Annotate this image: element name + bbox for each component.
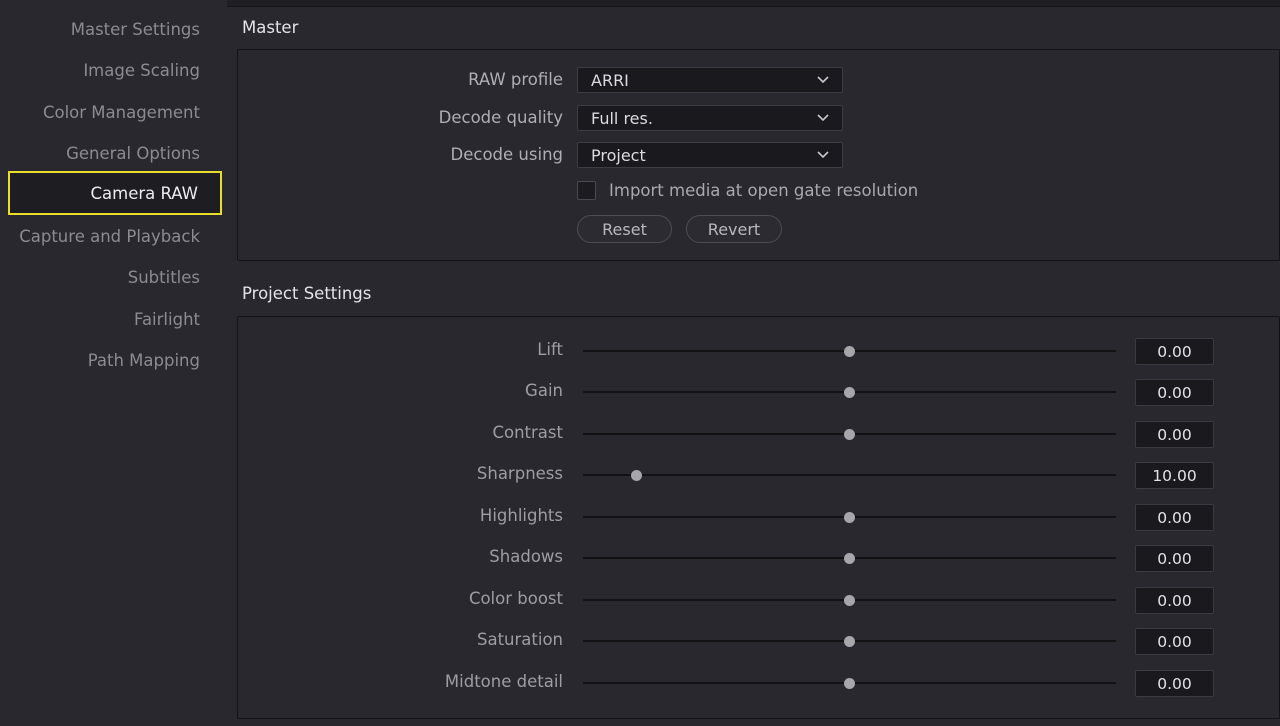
midtone-detail-label: Midtone detail — [444, 672, 563, 691]
color-boost-slider-handle[interactable] — [844, 594, 855, 606]
master-section-title: Master — [242, 18, 299, 37]
sidebar-item-color-management[interactable]: Color Management — [8, 90, 222, 134]
sidebar-item-camera-raw[interactable]: Camera RAW — [8, 171, 222, 215]
sidebar-item-master-settings[interactable]: Master Settings — [8, 7, 222, 51]
project-settings-window: Master Settings Image Scaling Color Mana… — [0, 0, 1280, 726]
saturation-slider-handle[interactable] — [844, 635, 855, 647]
sidebar-item-label: Color Management — [42, 102, 200, 122]
raw-profile-label: RAW profile — [468, 70, 563, 89]
sidebar-item-fairlight[interactable]: Fairlight — [8, 297, 222, 341]
sharpness-label: Sharpness — [476, 464, 563, 483]
gain-slider-handle[interactable] — [844, 386, 855, 398]
top-strip — [227, 0, 1280, 7]
sidebar-item-label: Subtitles — [127, 267, 200, 287]
chevron-down-icon — [817, 114, 829, 122]
decode-using-value: Project — [591, 145, 646, 165]
settings-sidebar: Master Settings Image Scaling Color Mana… — [0, 7, 224, 726]
sharpness-value-field[interactable]: 10.00 — [1135, 462, 1214, 489]
sidebar-item-label: General Options — [66, 143, 200, 163]
midtone-detail-slider-handle[interactable] — [844, 677, 855, 689]
lift-value-field[interactable]: 0.00 — [1135, 338, 1214, 365]
sidebar-item-path-mapping[interactable]: Path Mapping — [8, 338, 222, 382]
decode-quality-value: Full res. — [591, 108, 653, 128]
sidebar-item-label: Path Mapping — [87, 350, 200, 370]
contrast-slider-handle[interactable] — [844, 428, 855, 440]
lift-label: Lift — [537, 340, 563, 359]
sidebar-item-label: Capture and Playback — [19, 226, 200, 246]
open-gate-checkbox[interactable] — [577, 181, 596, 200]
highlights-value-field[interactable]: 0.00 — [1135, 504, 1214, 531]
sidebar-item-image-scaling[interactable]: Image Scaling — [8, 48, 222, 92]
decode-using-dropdown[interactable]: Project — [577, 142, 843, 168]
sidebar-item-general-options[interactable]: General Options — [8, 131, 222, 175]
highlights-label: Highlights — [479, 506, 563, 525]
revert-button[interactable]: Revert — [686, 215, 782, 243]
chevron-down-icon — [817, 151, 829, 159]
sharpness-slider-track[interactable] — [583, 474, 1116, 476]
saturation-value-field[interactable]: 0.00 — [1135, 628, 1214, 655]
raw-profile-value: ARRI — [591, 70, 629, 90]
sidebar-item-label: Camera RAW — [90, 183, 199, 203]
shadows-slider-handle[interactable] — [844, 552, 855, 564]
sidebar-item-subtitles[interactable]: Subtitles — [8, 255, 222, 299]
gain-value-field[interactable]: 0.00 — [1135, 379, 1214, 406]
highlights-slider-handle[interactable] — [844, 511, 855, 523]
color-boost-label: Color boost — [468, 589, 563, 608]
raw-profile-dropdown[interactable]: ARRI — [577, 67, 843, 93]
sidebar-item-capture-and-playback[interactable]: Capture and Playback — [8, 214, 222, 258]
shadows-label: Shadows — [489, 547, 563, 566]
decode-quality-dropdown[interactable]: Full res. — [577, 105, 843, 131]
sidebar-item-label: Image Scaling — [83, 60, 200, 80]
sidebar-item-label: Master Settings — [70, 19, 200, 39]
open-gate-label: Import media at open gate resolution — [609, 181, 919, 200]
decode-using-label: Decode using — [450, 145, 563, 164]
lift-slider-handle[interactable] — [844, 345, 855, 357]
saturation-label: Saturation — [476, 630, 563, 649]
project-settings-section-title: Project Settings — [242, 284, 372, 303]
midtone-detail-value-field[interactable]: 0.00 — [1135, 670, 1214, 697]
shadows-value-field[interactable]: 0.00 — [1135, 545, 1214, 572]
gain-label: Gain — [525, 381, 563, 400]
reset-button[interactable]: Reset — [577, 215, 672, 243]
sidebar-item-label: Fairlight — [133, 309, 200, 329]
sharpness-slider-handle[interactable] — [630, 469, 642, 481]
contrast-value-field[interactable]: 0.00 — [1135, 421, 1214, 448]
decode-quality-label: Decode quality — [438, 108, 563, 127]
color-boost-value-field[interactable]: 0.00 — [1135, 587, 1214, 614]
chevron-down-icon — [817, 76, 829, 84]
contrast-label: Contrast — [492, 423, 563, 442]
